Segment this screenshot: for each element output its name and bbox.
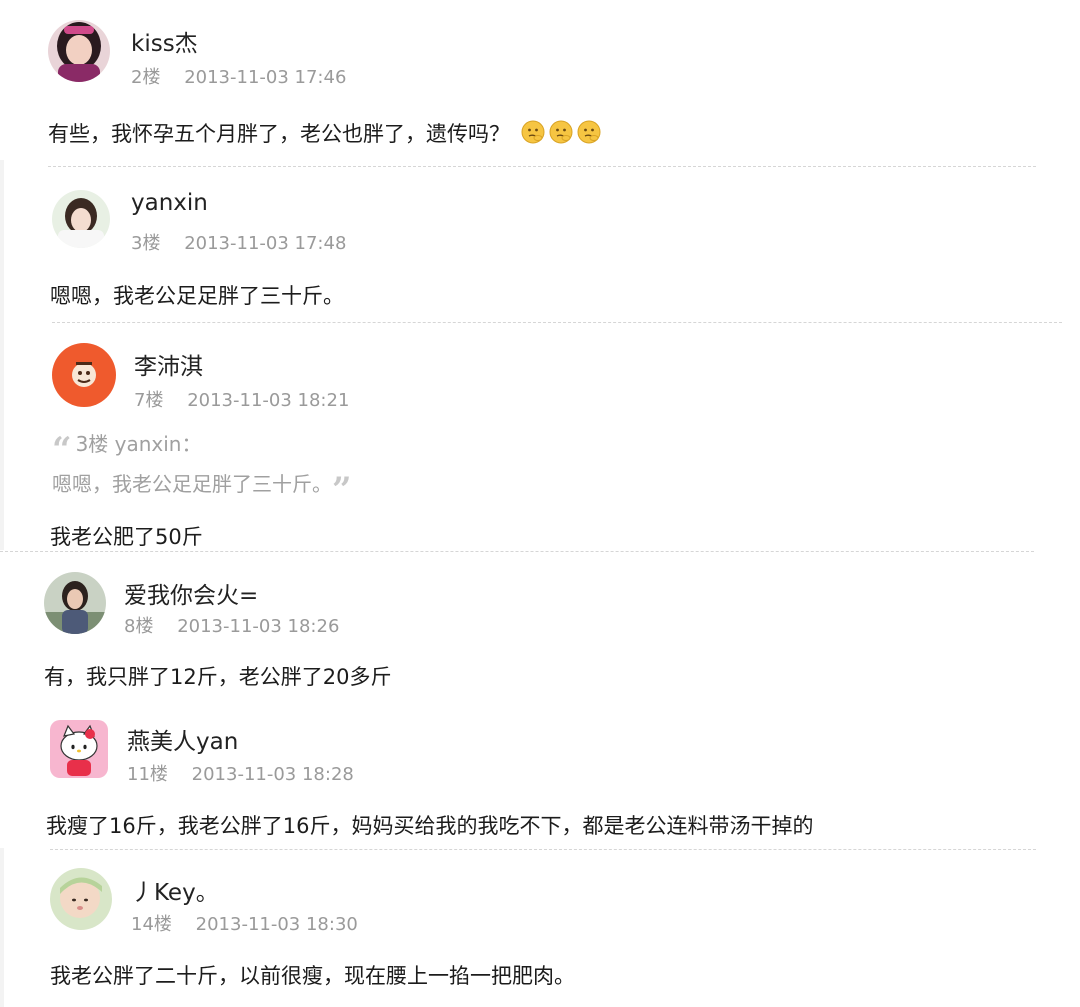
floor-number: 14楼 [131,914,172,935]
quote-text: 嗯嗯，我老公足足胖了三十斤。 [52,472,322,496]
left-edge-band [0,160,4,550]
post-meta: 2楼 2013-11-03 17:46 [131,63,346,89]
avatar[interactable] [48,20,110,82]
avatar[interactable] [50,868,112,930]
post-content: 我老公肥了50斤 [50,525,203,549]
timestamp: 2013-11-03 18:28 [191,764,354,785]
floor-number: 8楼 [124,616,154,637]
timestamp: 2013-11-03 18:21 [187,390,350,411]
username[interactable]: 李沛淇 [134,347,203,381]
post-divider [0,551,1034,552]
username[interactable]: 爱我你会火= [124,576,258,610]
timestamp: 2013-11-03 17:48 [184,233,347,254]
post-meta: 14楼 2013-11-03 18:30 [131,910,358,936]
username[interactable]: kiss杰 [131,24,198,58]
thinking-face-icon [521,120,545,144]
post-divider [48,166,1036,167]
hello-kitty-icon [50,720,108,778]
floor-number: 11楼 [127,764,168,785]
username[interactable]: yanxin [131,190,208,216]
user-avatar-icon [50,868,112,930]
timestamp: 2013-11-03 18:30 [195,914,358,935]
user-avatar-icon [48,20,110,82]
avatar[interactable] [52,190,110,248]
post-content: 我老公胖了二十斤，以前很瘦，现在腰上一掐一把肥肉。 [50,964,575,988]
floor-number: 2楼 [131,67,161,88]
username[interactable]: 燕美人yan [127,722,238,756]
thinking-face-icon [577,120,601,144]
post-meta: 7楼 2013-11-03 18:21 [134,386,349,412]
close-quote-icon: ” [332,470,352,510]
post-meta: 11楼 2013-11-03 18:28 [127,760,354,786]
user-avatar-icon [44,572,106,634]
post-content: 嗯嗯，我老公足足胖了三十斤。 [50,284,344,308]
post-content: 有，我只胖了12斤，老公胖了20多斤 [44,665,392,689]
floor-number: 7楼 [134,390,164,411]
post-meta: 8楼 2013-11-03 18:26 [124,612,339,638]
left-edge-band-2 [0,848,4,1007]
user-avatar-icon [52,190,110,248]
post-divider [50,849,1036,850]
post-content: 我瘦了16斤，我老公胖了16斤，妈妈买给我的我吃不下，都是老公连料带汤干掉的 [46,814,814,838]
timestamp: 2013-11-03 18:26 [177,616,340,637]
quote-source: 3楼 yanxin： [75,432,202,456]
post-content: 有些，我怀孕五个月胖了，老公也胖了，遗传吗？ [48,118,601,148]
timestamp: 2013-11-03 17:46 [184,67,347,88]
user-avatar-icon [52,343,116,407]
post-text: 有些，我怀孕五个月胖了，老公也胖了，遗传吗？ [48,122,510,146]
avatar[interactable] [44,572,106,634]
open-quote-icon: “ [52,430,72,470]
post-meta: 3楼 2013-11-03 17:48 [131,229,346,255]
quoted-text-line: 嗯嗯，我老公足足胖了三十斤。 ” [52,468,352,510]
username[interactable]: 丿Key。 [131,873,219,907]
floor-number: 3楼 [131,233,161,254]
thinking-face-icon [549,120,573,144]
avatar[interactable] [50,720,108,778]
avatar[interactable] [52,343,116,407]
quoted-reply: “3楼 yanxin： [52,428,201,470]
post-divider [52,322,1062,323]
